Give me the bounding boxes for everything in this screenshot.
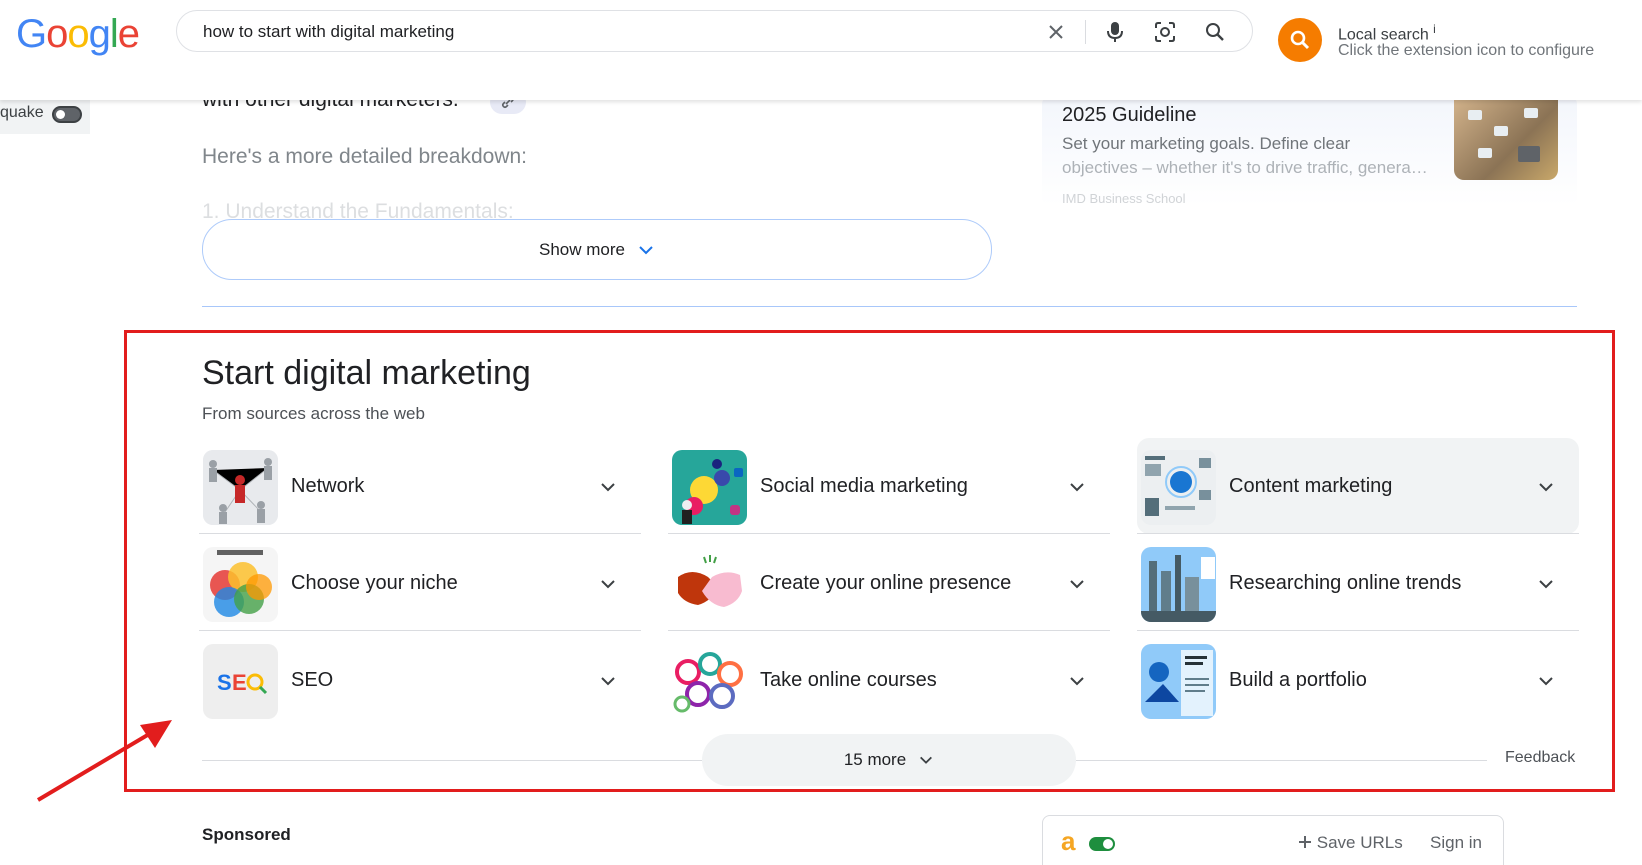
topic-label: Researching online trends (1229, 572, 1462, 594)
show-more-button[interactable]: Show more (202, 219, 992, 280)
chevron-down-icon (1070, 580, 1084, 589)
microphone-icon[interactable] (1103, 20, 1127, 44)
logo-letter: G (16, 12, 47, 56)
search-icon[interactable] (1203, 20, 1227, 44)
chevron-down-icon (639, 245, 653, 254)
svg-text:E: E (232, 670, 247, 695)
show-more-label: Show more (539, 239, 625, 259)
source-card-image (1454, 96, 1558, 180)
chevron-down-icon (1070, 677, 1084, 686)
row-divider (1137, 630, 1579, 631)
svg-text:S: S (217, 670, 232, 695)
topic-label: Build a portfolio (1229, 669, 1367, 691)
content-infographic-image (1141, 450, 1216, 525)
section-subtitle: From sources across the web (202, 404, 425, 423)
portfolio-image (1141, 644, 1216, 719)
extension-title: Local search i (1338, 22, 1436, 44)
source-card-desc: Set your marketing goals. Define clear (1062, 134, 1351, 153)
topic-item-create-your-online-presence[interactable]: Create your online presence (668, 535, 1110, 631)
clear-icon[interactable] (1044, 20, 1068, 44)
topic-label: Choose your niche (291, 572, 458, 594)
topic-label: Create your online presence (760, 572, 1012, 594)
topic-item-build-a-portfolio[interactable]: Build a portfolio (1137, 632, 1579, 728)
topic-item-social-media-marketing[interactable]: Social media marketing (668, 438, 1110, 534)
chevron-down-icon (1539, 677, 1553, 686)
source-card[interactable]: 2025 Guideline Set your marketing goals.… (1042, 96, 1577, 206)
sign-in-link[interactable]: Sign in (1430, 833, 1482, 853)
topic-label: Content marketing (1229, 475, 1393, 497)
seo-logo-image: S E (203, 644, 278, 719)
plus-icon (1299, 836, 1311, 848)
extension-logo-icon[interactable]: a (1061, 826, 1075, 857)
local-search-extension-icon[interactable] (1278, 18, 1322, 62)
topic-item-seo[interactable]: S E SEO (199, 632, 641, 728)
handshake-image (672, 547, 747, 622)
logo-letter: e (117, 12, 140, 56)
logo-letter: l (109, 12, 119, 56)
topic-item-take-online-courses[interactable]: Take online courses (668, 632, 1110, 728)
quake-toggle[interactable] (52, 106, 82, 123)
extension-toolbar: a Save URLs Sign in (1042, 815, 1504, 865)
more-topics-label: 15 more (843, 750, 907, 769)
logo-letter: o (46, 12, 68, 56)
source-card-title: 2025 Guideline (1062, 104, 1197, 126)
feedback-link[interactable]: Feedback (1505, 749, 1575, 767)
social-media-image (672, 450, 747, 525)
chevron-down-icon (601, 580, 615, 589)
row-divider (199, 630, 641, 631)
row-divider (1137, 533, 1579, 534)
topic-item-network[interactable]: Network (199, 438, 641, 534)
sponsored-label: Sponsored (202, 825, 291, 844)
industry-trends-image (1141, 547, 1216, 622)
chevron-down-icon (1539, 483, 1553, 492)
chevron-down-icon (601, 483, 615, 492)
save-urls-label: Save URLs (1316, 833, 1403, 852)
save-urls-button[interactable]: Save URLs (1298, 833, 1403, 853)
topic-label: Social media marketing (760, 475, 968, 497)
row-divider (668, 630, 1110, 631)
quake-label: quake (0, 104, 44, 121)
topic-label: Take online courses (760, 669, 937, 691)
search-input[interactable]: how to start with digital marketing (203, 22, 454, 42)
breakdown-text: Here's a more detailed breakdown: (202, 145, 528, 168)
google-logo[interactable]: Google (16, 12, 140, 57)
extension-subtitle: Click the extension icon to configure (1338, 42, 1595, 59)
search-divider (1085, 20, 1086, 44)
more-topics-button[interactable]: 15 more (702, 734, 1076, 786)
extension-title-text: Local search (1338, 26, 1429, 44)
section-divider (202, 306, 1577, 307)
extension-toggle[interactable] (1089, 837, 1115, 851)
network-people-image (203, 450, 278, 525)
info-icon[interactable]: i (1433, 22, 1436, 36)
topic-label: SEO (291, 669, 334, 691)
row-divider (199, 533, 641, 534)
search-box: how to start with digital marketing (176, 10, 1253, 52)
source-card-site: IMD Business School (1062, 191, 1186, 206)
row-divider (668, 533, 1110, 534)
topic-item-content-marketing[interactable]: Content marketing (1137, 438, 1579, 534)
logo-letter: g (88, 12, 111, 56)
chevron-down-icon (601, 677, 615, 686)
chevron-down-icon (920, 756, 933, 764)
courses-circles-image (672, 644, 747, 719)
logo-letter: o (67, 12, 89, 56)
topic-item-choose-your-niche[interactable]: Choose your niche (199, 535, 641, 631)
niche-venn-image (203, 547, 278, 622)
topic-label: Network (291, 475, 365, 497)
section-title: Start digital marketing (202, 354, 531, 392)
topic-item-researching-online-trends[interactable]: Researching online trends (1137, 535, 1579, 631)
lens-icon[interactable] (1153, 20, 1177, 44)
chevron-down-icon (1539, 580, 1553, 589)
chevron-down-icon (1070, 483, 1084, 492)
source-card-desc: objectives – whether it's to drive traff… (1062, 158, 1428, 177)
header: Google how to start with digital marketi… (0, 0, 1642, 100)
